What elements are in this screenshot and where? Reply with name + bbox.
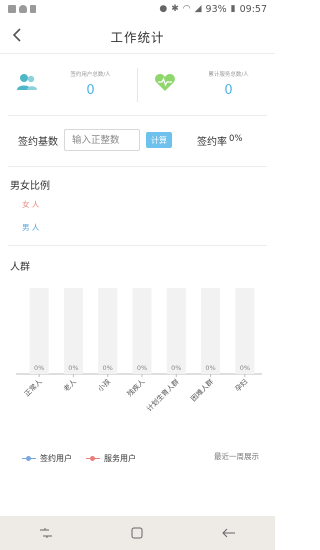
battery-level: 93% — [205, 3, 227, 15]
bar-value-label: 0% — [34, 364, 44, 372]
calculate-button[interactable]: 计算 — [146, 132, 172, 148]
sign-rate-label: 签约率 — [197, 137, 227, 148]
status-bar: ● ✱ ◠ ◢ 93% ▮ 09:57 — [0, 0, 275, 18]
served-total-count: 0 — [224, 83, 233, 98]
recent-apps-icon — [39, 528, 52, 538]
recent-apps-button[interactable] — [26, 523, 66, 543]
crowd-title: 人群 — [10, 262, 30, 273]
bar-value-label: 0% — [137, 364, 147, 372]
legend-service-users: 服务用户 — [86, 453, 136, 464]
clock: 09:57 — [239, 3, 267, 15]
system-nav-bar — [0, 516, 275, 550]
legend-sign-users: 签约用户 — [22, 453, 72, 464]
signed-users-count: 0 — [86, 83, 95, 98]
x-tick-label: 残疾人 — [125, 377, 146, 398]
sign-base-label: 签约基数 — [18, 137, 58, 148]
notification-icon — [19, 5, 27, 13]
bar-track — [63, 288, 83, 374]
divider — [8, 166, 267, 167]
signal-icon: ◢ — [194, 4, 202, 14]
notification-icon — [30, 5, 36, 13]
bar-track — [201, 288, 221, 374]
line-marker-icon — [86, 455, 100, 463]
battery-icon: ▮ — [230, 4, 236, 14]
recent-week-label: 最近一周展示 — [214, 452, 259, 461]
sign-base-input[interactable] — [64, 129, 140, 151]
home-button[interactable] — [117, 523, 157, 543]
x-tick-label: 困难人群 — [189, 377, 215, 403]
bar-value-label: 0% — [171, 364, 181, 372]
location-icon: ● — [159, 4, 168, 14]
divider — [8, 115, 267, 116]
signed-users-stat: 签约用户总数/人 0 — [0, 60, 137, 110]
x-tick-label: 小孩 — [96, 377, 112, 393]
bar-track — [235, 288, 255, 374]
served-total-stat: 累计服务总数/人 0 — [138, 60, 275, 110]
legend-sign-label: 签约用户 — [40, 454, 72, 463]
sign-rate-calculator: 签约基数 计算 签约率 0% — [0, 125, 275, 155]
crowd-bar-chart: 0% 正常人 0% 老人 0% 小孩 0% 残疾人 0% 计划生育人群 0% 困难人群 0% 孕妇 — [0, 282, 275, 422]
notification-icon — [8, 5, 16, 13]
bar-track — [132, 288, 152, 374]
served-total-label: 累计服务总数/人 — [208, 72, 249, 78]
gender-ratio-title: 男女比例 — [10, 181, 50, 192]
bar-value-label: 0% — [205, 364, 215, 372]
bluetooth-icon: ✱ — [171, 4, 179, 14]
bar-value-label: 0% — [68, 364, 78, 372]
back-arrow-icon — [222, 528, 236, 538]
bar-track — [166, 288, 186, 374]
x-tick-label: 孕妇 — [233, 377, 249, 393]
line-marker-icon — [22, 455, 36, 463]
home-icon — [131, 527, 143, 539]
signed-users-label: 签约用户总数/人 — [70, 72, 111, 78]
wifi-icon: ◠ — [182, 4, 191, 14]
chart-legend: 签约用户 服务用户 — [22, 453, 136, 464]
x-tick-label: 计划生育人群 — [145, 377, 181, 413]
female-label: 女 人 — [22, 200, 40, 209]
divider — [8, 245, 267, 246]
bar-value-label: 0% — [240, 364, 250, 372]
bar-value-label: 0% — [103, 364, 113, 372]
sign-rate-value: 0% — [229, 134, 243, 144]
users-icon — [15, 70, 39, 94]
legend-service-label: 服务用户 — [104, 454, 136, 463]
notification-icons — [8, 5, 36, 13]
x-tick-label: 正常人 — [22, 377, 43, 398]
crowd-chart-svg: 0% 正常人 0% 老人 0% 小孩 0% 残疾人 0% 计划生育人群 0% 困难人群 0% 孕妇 — [16, 288, 262, 413]
x-tick-label: 老人 — [62, 377, 78, 393]
page-title: 工作统计 — [110, 30, 165, 45]
heart-icon — [153, 70, 177, 94]
bar-track — [29, 288, 49, 374]
system-back-button[interactable] — [209, 523, 249, 543]
top-bar: 工作统计 — [0, 18, 275, 54]
stats-summary: 签约用户总数/人 0 累计服务总数/人 0 — [0, 60, 275, 110]
male-label: 男 人 — [22, 223, 40, 232]
bar-track — [98, 288, 118, 374]
